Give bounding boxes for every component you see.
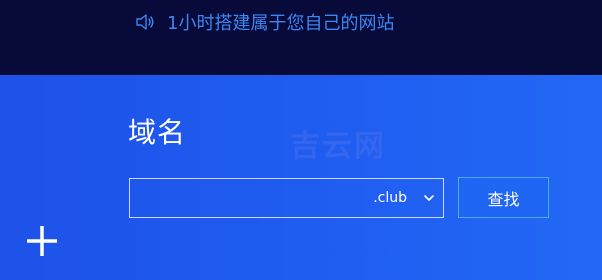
suffix-value: .club bbox=[373, 190, 407, 206]
announcement-text: 1小时搭建属于您自己的网站 bbox=[167, 13, 395, 34]
plus-button[interactable] bbox=[22, 221, 62, 261]
domain-field: .club bbox=[129, 178, 444, 218]
watermark-logo: 吉云网 bbox=[290, 129, 386, 164]
announcement[interactable]: 1小时搭建属于您自己的网站 bbox=[135, 10, 394, 34]
top-banner: 1小时搭建属于您自己的网站 bbox=[0, 0, 602, 75]
section-title: 域名 bbox=[128, 116, 187, 149]
domain-search-section: 域名 吉云网 .club 查找 bbox=[0, 75, 602, 280]
search-button[interactable]: 查找 bbox=[458, 177, 549, 218]
suffix-select[interactable]: .club bbox=[373, 179, 443, 217]
chevron-down-icon bbox=[424, 195, 434, 201]
plus-icon bbox=[27, 226, 57, 256]
domain-input[interactable] bbox=[130, 179, 374, 217]
speaker-icon bbox=[136, 14, 154, 30]
